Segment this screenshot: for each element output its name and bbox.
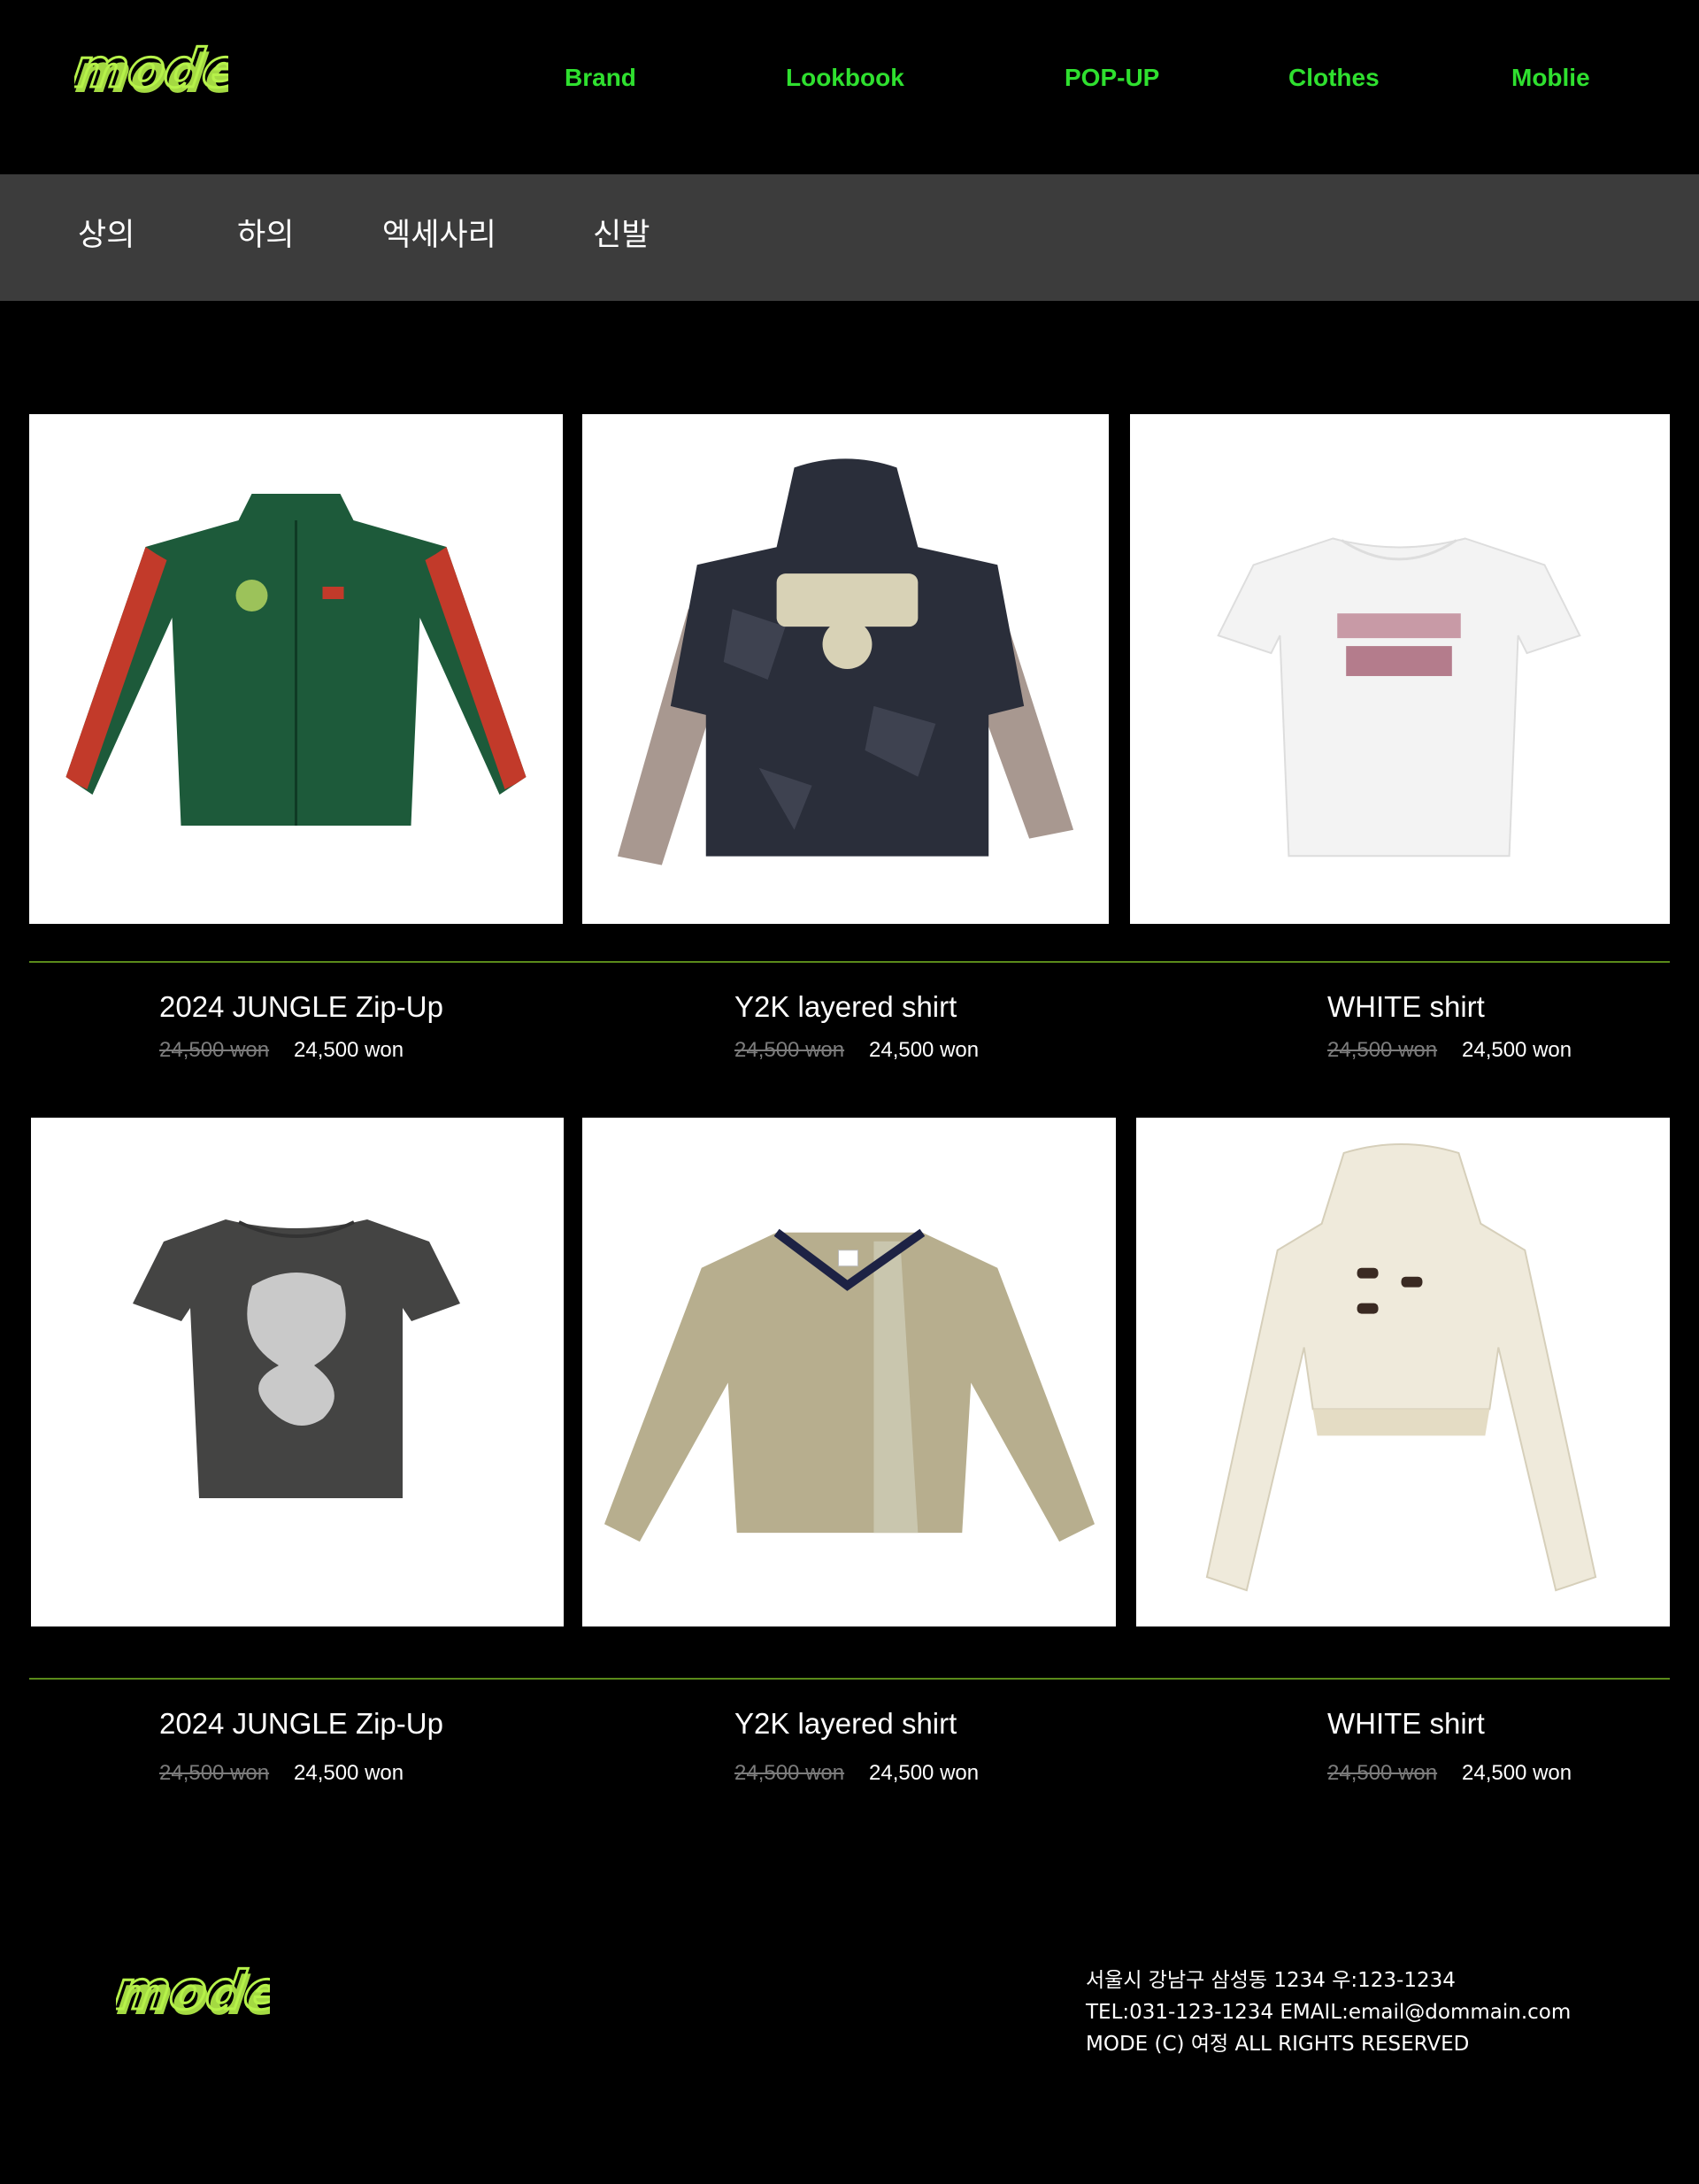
footer-contact: TEL:031-123-1234 EMAIL:email@dommain.com (1086, 2001, 1572, 2024)
camo-layered-hoodie-image (617, 458, 1074, 865)
category-bottoms[interactable]: 하의 (237, 213, 294, 258)
product-image-white-tshirt[interactable] (1130, 414, 1670, 924)
product-original-price: 24,500 won (734, 1761, 845, 1785)
product-price: 24,500 won (294, 1761, 404, 1785)
product-original-price: 24,500 won (1327, 1761, 1438, 1785)
product-original-price: 24,500 won (159, 1038, 270, 1062)
product-row-divider (29, 961, 1670, 963)
category-shoes[interactable]: 신발 (593, 213, 650, 258)
product-price: 24,500 won (1462, 1038, 1572, 1062)
product-price: 24,500 won (1462, 1761, 1572, 1785)
product-image-charcoal-tshirt[interactable] (31, 1118, 564, 1626)
product-name[interactable]: WHITE shirt (1327, 989, 1485, 1025)
product-name[interactable]: WHITE shirt (1327, 1706, 1485, 1742)
product-original-price: 24,500 won (1327, 1038, 1438, 1062)
footer-mode-logo[interactable]: mode mode (116, 1957, 270, 2028)
cream-knit-hoodie-image (1205, 1142, 1597, 1592)
svg-text:mode: mode (74, 43, 228, 105)
category-accessories[interactable]: 엑세사리 (382, 213, 496, 258)
footer-copyright: MODE (C) 여정 ALL RIGHTS RESERVED (1086, 2033, 1470, 2056)
product-image-cream-knit-hoodie[interactable] (1136, 1118, 1670, 1626)
product-name[interactable]: 2024 JUNGLE Zip-Up (159, 1706, 443, 1742)
white-tshirt-image (1217, 537, 1581, 857)
nav-pop-up[interactable]: POP-UP (1065, 60, 1159, 96)
product-image-beige-pullover[interactable] (582, 1118, 1116, 1626)
category-bar: 상의 하의 엑세사리 신발 (0, 174, 1699, 301)
svg-text:mode: mode (116, 1965, 270, 2027)
product-name[interactable]: Y2K layered shirt (734, 1706, 957, 1742)
product-row-divider (29, 1678, 1670, 1680)
charcoal-tshirt-image (133, 1219, 460, 1498)
product-original-price: 24,500 won (734, 1038, 845, 1062)
product-image-green-track-jacket[interactable] (29, 414, 563, 924)
beige-pullover-image (603, 1228, 1096, 1542)
product-price: 24,500 won (869, 1038, 980, 1062)
green-track-jacket-image (65, 494, 527, 826)
nav-mobile[interactable]: Moblie (1511, 60, 1590, 96)
nav-clothes[interactable]: Clothes (1288, 60, 1380, 96)
nav-lookbook[interactable]: Lookbook (786, 60, 904, 96)
footer-address: 서울시 강남구 삼성동 1234 우:123-1234 (1086, 1969, 1456, 1992)
product-price: 24,500 won (294, 1038, 404, 1062)
product-price: 24,500 won (869, 1761, 980, 1785)
product-image-camo-layered-hoodie[interactable] (582, 414, 1109, 924)
category-tops[interactable]: 상의 (78, 213, 135, 258)
mode-logo[interactable]: mode mode (74, 35, 228, 106)
site-header: mode mode Brand Lookbook POP-UP Clothes … (0, 0, 1699, 174)
nav-brand[interactable]: Brand (565, 60, 636, 96)
product-name[interactable]: Y2K layered shirt (734, 989, 957, 1025)
product-original-price: 24,500 won (159, 1761, 270, 1785)
product-name[interactable]: 2024 JUNGLE Zip-Up (159, 989, 443, 1025)
